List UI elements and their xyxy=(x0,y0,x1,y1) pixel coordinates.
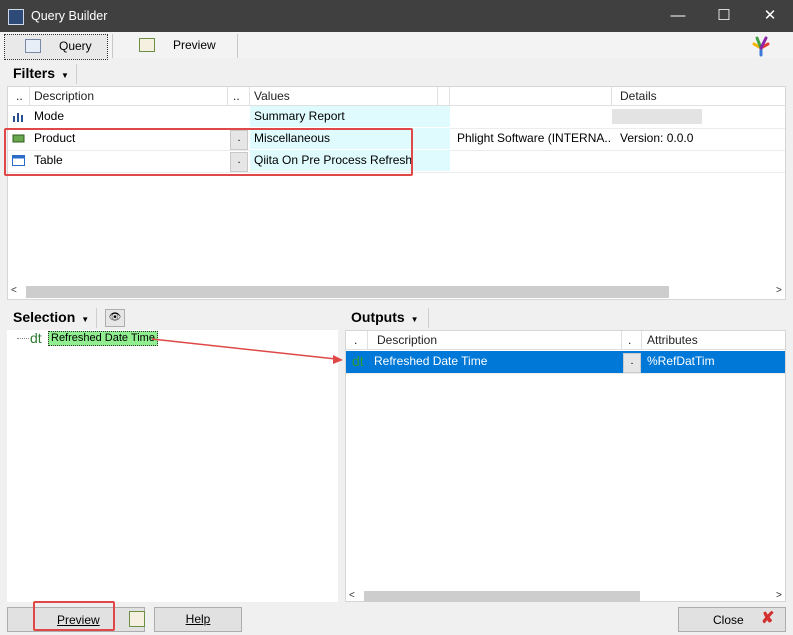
help-button-label: Help xyxy=(185,612,211,626)
close-x-icon: ✘ xyxy=(761,610,775,627)
close-button[interactable]: Close ✘ xyxy=(678,607,786,632)
help-button[interactable]: Help xyxy=(154,607,242,632)
close-button-label: Close xyxy=(713,613,744,627)
preview-grid-icon[interactable] xyxy=(129,611,145,627)
annotation-arrow xyxy=(151,338,343,364)
annotation-box xyxy=(33,601,115,631)
